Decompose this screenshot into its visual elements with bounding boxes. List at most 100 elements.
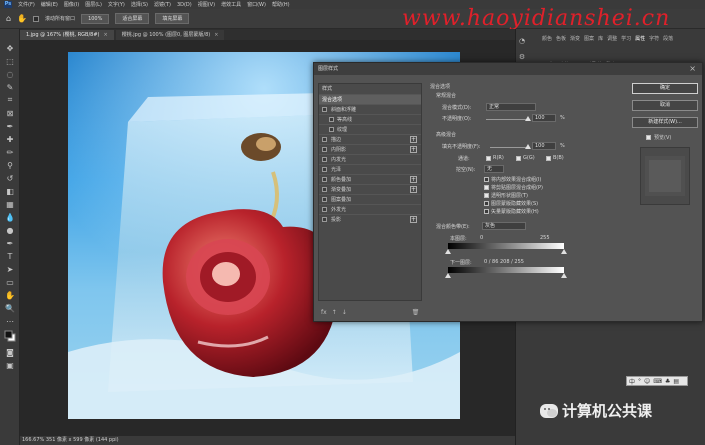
new-style-button[interactable]: 新建样式(W)...: [632, 117, 698, 128]
tab-properties[interactable]: 属性: [635, 35, 645, 42]
fx-icon[interactable]: fx: [321, 309, 327, 316]
opacity-slider-knob[interactable]: [525, 116, 531, 121]
checkbox[interactable]: [322, 187, 327, 192]
menu-help[interactable]: 帮助(H): [272, 1, 290, 8]
document-tab-1[interactable]: 1.jpg @ 167% (樱桃, RGB/8#) ×: [20, 30, 114, 40]
stamp-tool-icon[interactable]: ⚲: [4, 160, 16, 170]
frame-tool-icon[interactable]: ⊠: [4, 108, 16, 118]
brush-tool-icon[interactable]: ✏: [4, 147, 16, 157]
style-item-stroke[interactable]: 描边 +: [319, 134, 421, 144]
checkbox[interactable]: [322, 107, 327, 112]
menu-select[interactable]: 选择(S): [131, 1, 148, 8]
screen-mode-icon[interactable]: ▣: [4, 360, 16, 370]
blend-mode-select[interactable]: 正常: [486, 103, 536, 111]
more-tools-icon[interactable]: ⋯: [4, 316, 16, 326]
checkbox[interactable]: [322, 157, 327, 162]
add-icon[interactable]: +: [410, 176, 417, 183]
tab-swatches[interactable]: 色板: [556, 35, 566, 42]
pen-tool-icon[interactable]: ✒: [4, 238, 16, 248]
fit-screen-button[interactable]: 适合屏幕: [115, 13, 150, 24]
checkbox[interactable]: [329, 117, 334, 122]
quick-mask-icon[interactable]: ◙: [4, 347, 16, 357]
style-item-blending-options[interactable]: 混合选项: [319, 94, 421, 104]
layer-mask-hides-checkbox[interactable]: [484, 201, 489, 206]
cancel-button[interactable]: 取消: [632, 100, 698, 111]
keyboard-icon[interactable]: ⌨: [653, 378, 662, 385]
gradient-tool-icon[interactable]: ▦: [4, 199, 16, 209]
menu-3d[interactable]: 3D(D): [177, 2, 192, 8]
path-select-icon[interactable]: ➤: [4, 264, 16, 274]
checkbox[interactable]: [322, 207, 327, 212]
checkbox[interactable]: [329, 127, 334, 132]
move-down-icon[interactable]: ↓: [342, 309, 347, 316]
close-icon[interactable]: ×: [214, 30, 218, 40]
preview-checkbox[interactable]: [646, 135, 651, 140]
style-item-texture[interactable]: 纹理: [319, 124, 421, 134]
styles-header[interactable]: 样式: [319, 84, 421, 94]
blend-interior-checkbox[interactable]: [484, 177, 489, 182]
fill-opacity-input[interactable]: 100: [532, 142, 556, 150]
properties-icon[interactable]: ⚙: [518, 53, 526, 61]
punctuation-icon[interactable]: °: [638, 378, 641, 385]
add-icon[interactable]: +: [410, 146, 417, 153]
lasso-tool-icon[interactable]: ◌: [4, 69, 16, 79]
menu-image[interactable]: 图像(I): [64, 1, 79, 8]
zoom-value-field[interactable]: 100%: [81, 13, 110, 24]
underlying-white-knob[interactable]: [561, 273, 567, 278]
menu-file[interactable]: 文件(F): [18, 1, 35, 8]
this-layer-black-knob[interactable]: [445, 249, 451, 254]
skin-icon[interactable]: ♣: [665, 378, 670, 385]
this-layer-white-knob[interactable]: [561, 249, 567, 254]
fill-opacity-slider[interactable]: [490, 147, 528, 148]
tab-color[interactable]: 颜色: [542, 35, 552, 42]
tab-adjustments[interactable]: 调整: [607, 35, 617, 42]
home-icon[interactable]: ⌂: [6, 14, 11, 23]
history-brush-icon[interactable]: ↺: [4, 173, 16, 183]
checkbox[interactable]: [322, 167, 327, 172]
tab-learn[interactable]: 学习: [621, 35, 631, 42]
type-tool-icon[interactable]: T: [4, 251, 16, 261]
add-icon[interactable]: +: [410, 216, 417, 223]
checkbox[interactable]: [322, 177, 327, 182]
blend-clipped-checkbox[interactable]: [484, 185, 489, 190]
zoom-tool-icon[interactable]: 🔍: [4, 303, 16, 313]
tab-libraries[interactable]: 库: [598, 35, 603, 42]
style-item-satin[interactable]: 光泽: [319, 164, 421, 174]
shape-tool-icon[interactable]: ▭: [4, 277, 16, 287]
opacity-slider[interactable]: [486, 119, 528, 120]
healing-brush-icon[interactable]: ✚: [4, 134, 16, 144]
add-icon[interactable]: +: [410, 186, 417, 193]
channel-g-checkbox[interactable]: [516, 156, 521, 161]
style-item-contour[interactable]: 等高线: [319, 114, 421, 124]
close-icon[interactable]: ×: [103, 30, 107, 40]
checkbox[interactable]: [322, 217, 327, 222]
style-item-outer-glow[interactable]: 外发光: [319, 204, 421, 214]
menu-edit[interactable]: 编辑(E): [41, 1, 58, 8]
menu-layer[interactable]: 图层(L): [85, 1, 102, 8]
menu-icon[interactable]: ▤: [673, 378, 679, 385]
move-up-icon[interactable]: ↑: [332, 309, 337, 316]
checkbox[interactable]: [322, 137, 327, 142]
emoji-icon[interactable]: ☺: [644, 378, 650, 385]
checkbox[interactable]: [322, 147, 327, 152]
transparency-shapes-checkbox[interactable]: [484, 193, 489, 198]
fill-opacity-slider-knob[interactable]: [525, 144, 531, 149]
hand-tool-icon[interactable]: ✋: [17, 14, 27, 23]
this-layer-gradient[interactable]: [448, 243, 564, 249]
underlying-black-knob[interactable]: [445, 273, 451, 278]
menu-plugins[interactable]: 增效工具: [221, 1, 241, 8]
style-item-drop-shadow[interactable]: 投影 +: [319, 214, 421, 224]
quick-select-tool-icon[interactable]: ✎: [4, 82, 16, 92]
fill-screen-button[interactable]: 填充屏幕: [155, 13, 190, 24]
document-tab-2[interactable]: 樱桃.jpg @ 100% (图层0, 图层蒙版/8) ×: [115, 30, 225, 40]
blend-if-select[interactable]: 灰色: [482, 222, 526, 230]
color-swatches-icon[interactable]: [4, 330, 16, 342]
blur-tool-icon[interactable]: 💧: [4, 212, 16, 222]
eyedropper-tool-icon[interactable]: ✒: [4, 121, 16, 131]
hand-tool-icon[interactable]: ✋: [4, 290, 16, 300]
tab-character[interactable]: 字符: [649, 35, 659, 42]
opacity-input[interactable]: 100: [532, 114, 556, 122]
menu-view[interactable]: 视图(V): [198, 1, 215, 8]
style-item-color-overlay[interactable]: 颜色叠加 +: [319, 174, 421, 184]
scroll-all-checkbox[interactable]: [33, 15, 40, 22]
